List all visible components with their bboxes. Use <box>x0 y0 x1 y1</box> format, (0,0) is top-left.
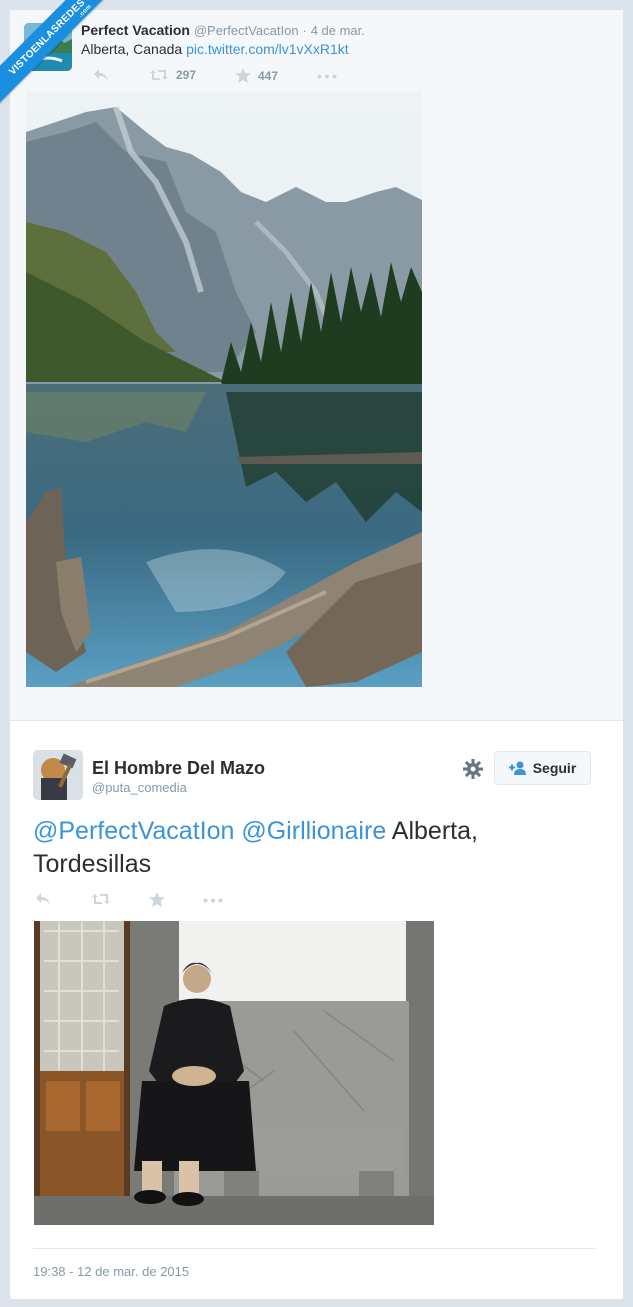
more-icon <box>203 898 223 903</box>
woman-on-bench-photo <box>34 921 434 1225</box>
mention-link[interactable]: @PerfectVacatIon <box>33 817 234 845</box>
separator: · <box>302 23 307 38</box>
tweet-text: @PerfectVacatIon @Girllionaire Alberta, … <box>33 815 593 881</box>
author-handle[interactable]: @puta_comedia <box>92 780 187 795</box>
follow-button[interactable]: Seguir <box>494 751 591 785</box>
retweet-button[interactable]: 297 <box>149 68 196 82</box>
retweet-icon <box>150 70 168 80</box>
avatar[interactable] <box>33 750 83 800</box>
tweet-text: Alberta, Canada pic.twitter.com/lv1vXxR1… <box>81 41 349 57</box>
retweet-count: 297 <box>176 68 197 82</box>
mention-link[interactable]: @Girllionaire <box>241 817 386 845</box>
reply-icon <box>36 893 50 905</box>
author-name[interactable]: Perfect Vacation <box>81 22 190 38</box>
more-icon <box>317 74 337 79</box>
reply-icon <box>94 69 108 81</box>
tweet-text-plain: Alberta, Canada <box>81 41 187 57</box>
reply-button[interactable] <box>93 68 109 82</box>
favorite-button[interactable] <box>149 892 165 907</box>
follow-label: Seguir <box>532 760 577 776</box>
more-button[interactable] <box>203 898 223 903</box>
favorite-count: 447 <box>258 68 279 83</box>
retweet-button[interactable] <box>91 892 111 906</box>
tweet-header: Perfect Vacation @PerfectVacatIon · 4 de… <box>81 22 365 38</box>
tweet-date[interactable]: 4 de mar. <box>311 23 365 38</box>
gear-icon[interactable] <box>462 758 484 780</box>
add-user-icon <box>508 761 526 775</box>
tweet-photo[interactable] <box>26 92 422 687</box>
author-handle[interactable]: @PerfectVacatIon <box>194 23 299 38</box>
media-link[interactable]: pic.twitter.com/lv1vXxR1kt <box>186 41 349 57</box>
tweet-photo[interactable] <box>34 921 434 1225</box>
star-icon <box>235 68 251 83</box>
lake-mountain-photo <box>26 92 422 687</box>
avatar-image <box>33 750 83 800</box>
author-name[interactable]: El Hombre Del Mazo <box>92 758 265 779</box>
divider <box>33 1248 595 1249</box>
tweet-timestamp[interactable]: 19:38 - 12 de mar. de 2015 <box>33 1264 189 1279</box>
star-icon <box>149 892 165 907</box>
retweet-icon <box>92 894 110 904</box>
reply-button[interactable] <box>35 892 51 906</box>
favorite-button[interactable]: 447 <box>235 68 278 83</box>
more-button[interactable] <box>317 74 337 79</box>
